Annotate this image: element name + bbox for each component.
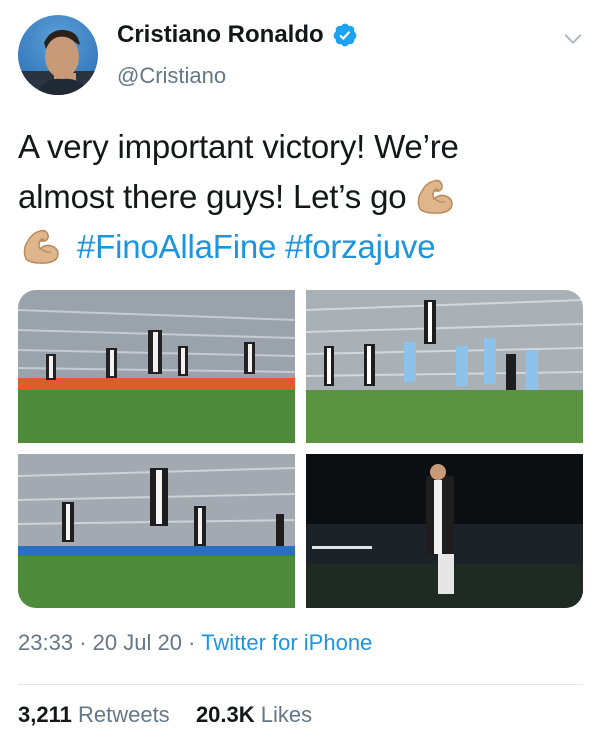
likes-stat[interactable]: 20.3K Likes xyxy=(196,702,312,727)
flexed-biceps-icon xyxy=(23,230,59,265)
photo-ronaldo-night[interactable] xyxy=(306,454,583,608)
author-handle[interactable]: @Cristiano xyxy=(117,63,226,89)
tweet-stats: 3,211 Retweets 20.3K Likes xyxy=(18,702,312,728)
flexed-biceps-icon xyxy=(418,180,454,215)
photo-header-corner[interactable] xyxy=(306,290,583,443)
hashtag-link[interactable]: #forzajuve xyxy=(285,228,435,265)
meta-separator: · xyxy=(188,630,196,655)
avatar[interactable] xyxy=(18,15,98,95)
tweet-date[interactable]: 20 Jul 20 xyxy=(93,630,182,655)
author-name-row[interactable]: Cristiano Ronaldo xyxy=(117,21,358,49)
divider xyxy=(18,684,583,685)
media-grid xyxy=(18,290,583,608)
likes-label: Likes xyxy=(260,702,313,727)
tweet-text: A very important victory! We’re almost t… xyxy=(18,122,583,272)
retweets-count: 3,211 xyxy=(18,702,72,727)
tweet-text-line1: A very important victory! We’re xyxy=(18,128,459,165)
meta-separator: · xyxy=(79,630,87,655)
photo-celebration-team[interactable] xyxy=(18,290,295,443)
tweet-meta: 23:33 · 20 Jul 20 · Twitter for iPhone xyxy=(18,630,372,656)
photo-celebration-ronaldo[interactable] xyxy=(18,454,295,608)
chevron-down-icon[interactable] xyxy=(562,28,584,50)
author-name[interactable]: Cristiano Ronaldo xyxy=(117,21,324,49)
retweets-stat[interactable]: 3,211 Retweets xyxy=(18,702,170,727)
hashtag-link[interactable]: #FinoAllaFine xyxy=(77,228,276,265)
retweets-label: Retweets xyxy=(77,702,170,727)
tweet-time[interactable]: 23:33 xyxy=(18,630,73,655)
verified-badge-icon xyxy=(333,23,357,47)
likes-count: 20.3K xyxy=(195,702,255,727)
tweet-source-link[interactable]: Twitter for iPhone xyxy=(201,630,372,655)
tweet-text-line2: almost there guys! Let’s go xyxy=(18,178,407,215)
